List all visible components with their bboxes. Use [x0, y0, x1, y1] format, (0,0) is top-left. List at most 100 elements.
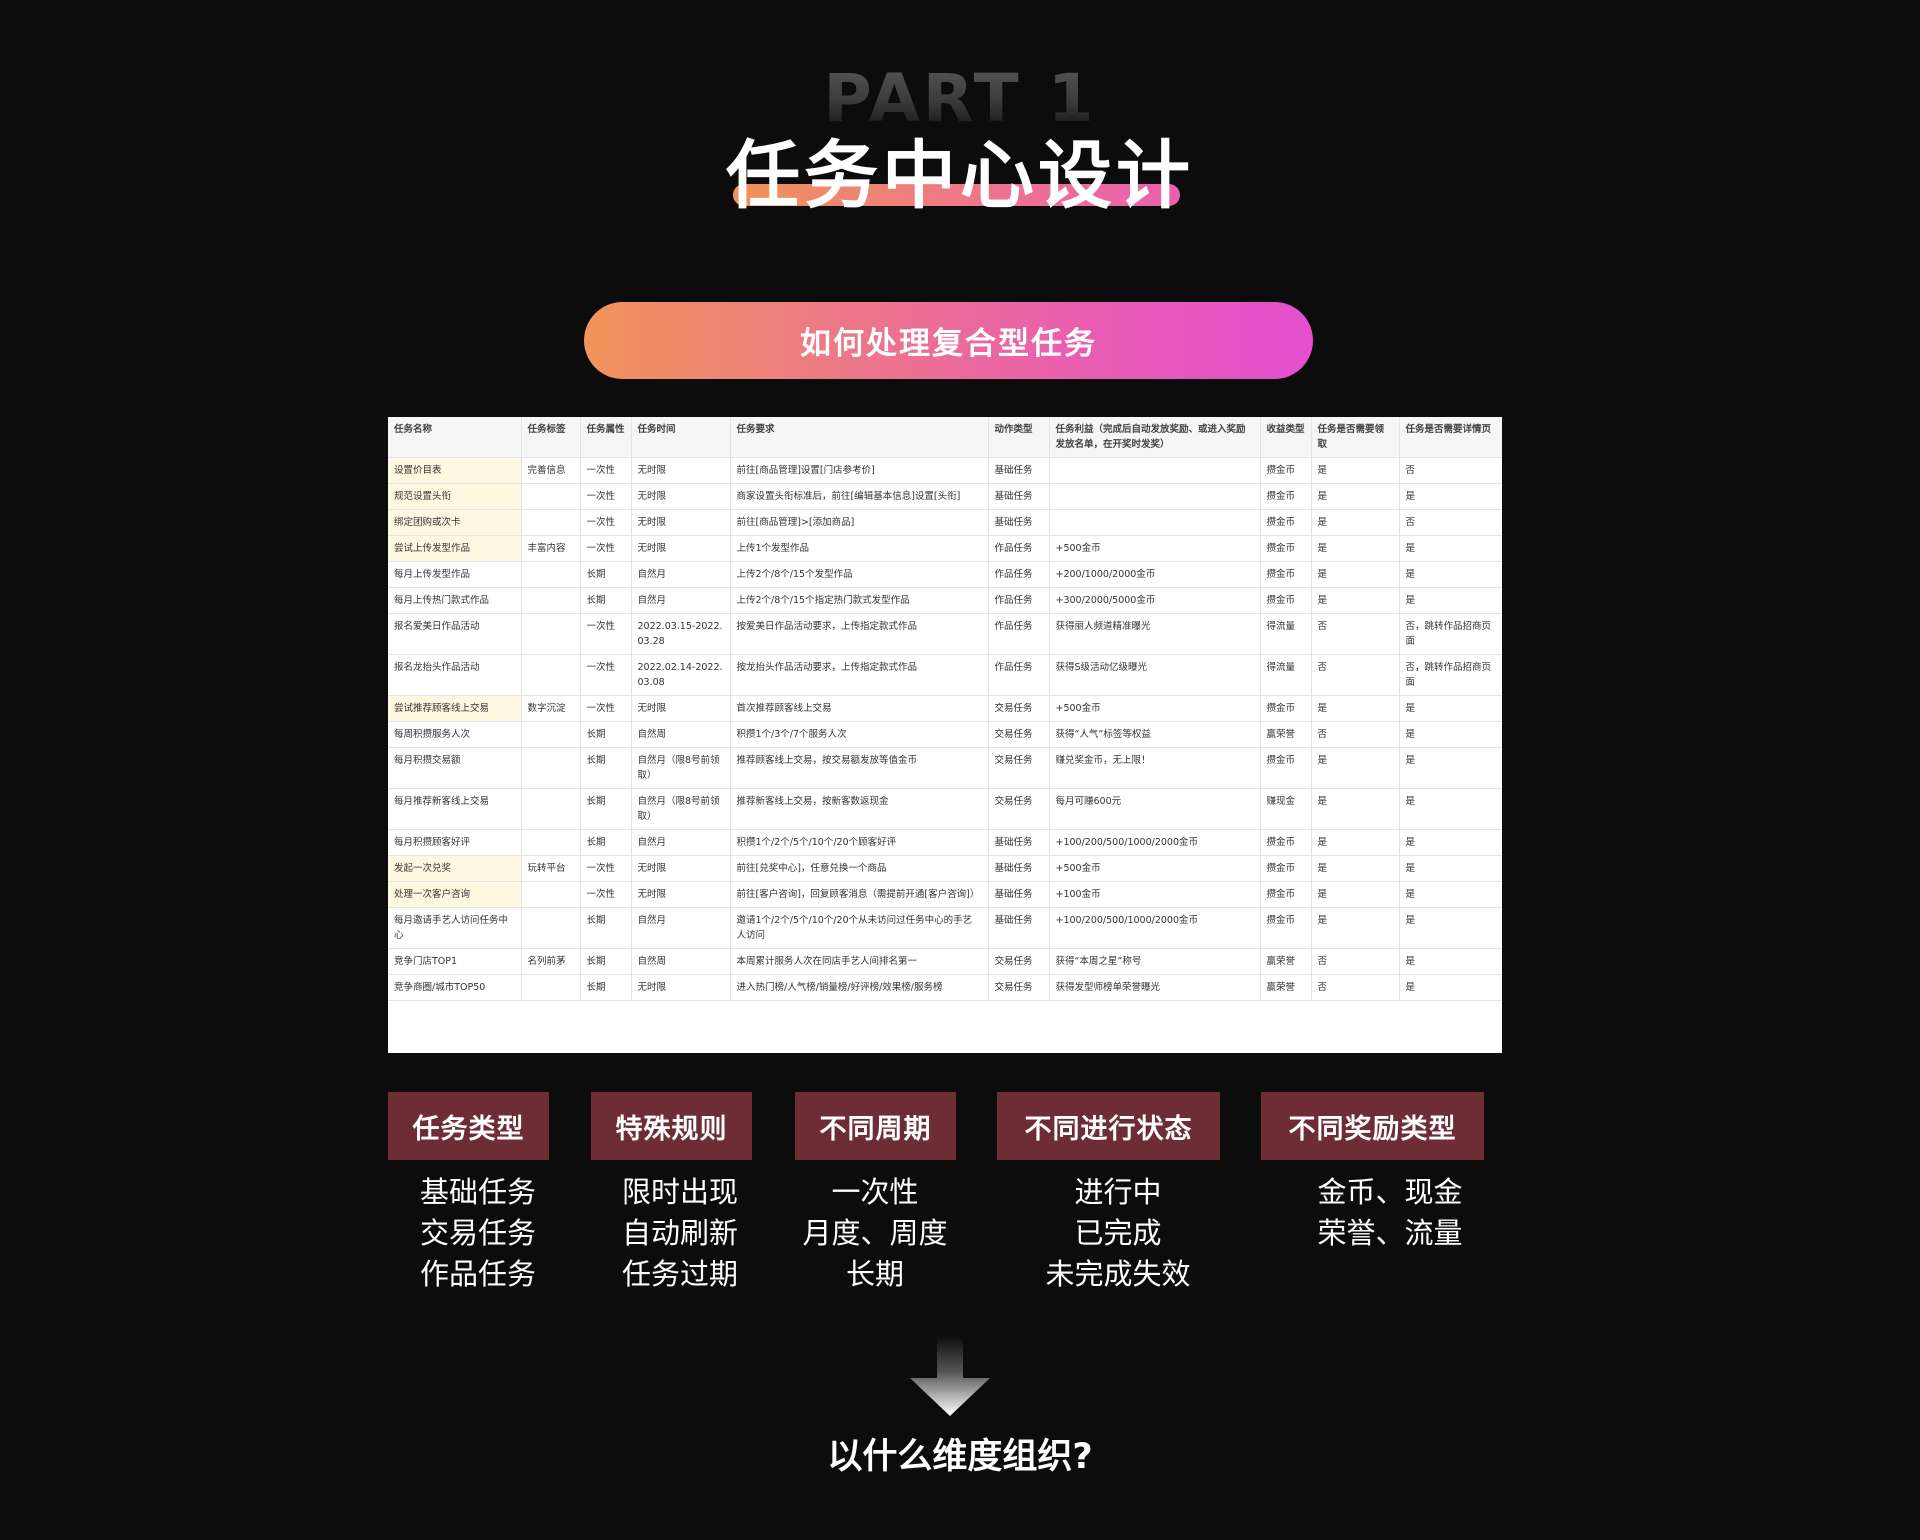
table-cell [1049, 457, 1261, 484]
table-body: 设置价目表 完善信息 一次性 无时限 前往[商品管理]设置[门店参考价] 基础任务 攒金币是… [388, 457, 1502, 1001]
table-row: 每月邀请手艺人访问任务中心 长期 自然月 邀请1个/2个/5个/10个/20个从未访问… [388, 907, 1502, 949]
table-cell: 赚兑奖金币，无上限！ [1049, 747, 1261, 789]
table-cell: 前往[客户咨询]，回复顾客消息（需提前开通[客户咨询]） [730, 881, 989, 908]
table-cell: 长期 [580, 829, 632, 856]
table-cell: 长期 [580, 721, 632, 748]
table-cell: 否，跳转作品招商页面 [1399, 654, 1502, 696]
table-cell: 得流量 [1260, 654, 1312, 696]
table-cell [521, 613, 581, 655]
table-row: 每月推荐新客线上交易 长期 自然月（限8号前领取） 推荐新客线上交易，按新客数返现金交… [388, 788, 1502, 830]
category-title: 特殊规则 [615, 1113, 728, 1145]
table-cell: 处理一次客户咨询 [388, 881, 522, 908]
table-cell [521, 788, 581, 830]
category-items: 一次性月度、周度长期 [765, 1172, 985, 1295]
table-cell: 完善信息 [521, 457, 581, 484]
category-item: 交易任务 [419, 1216, 536, 1250]
table-row: 报名龙抬头作品活动 一次性 2022.02.14-2022.03.08 按龙抬头作品活… [388, 654, 1502, 696]
table-cell: 无时限 [631, 881, 731, 908]
table-cell: 是 [1311, 881, 1400, 908]
table-cell: 竞争门店TOP1 [388, 948, 522, 975]
table-cell: 上传2个/8个/15个发型作品 [730, 561, 989, 588]
table-cell: 基础任务 [988, 855, 1050, 882]
table-cell: +100/200/500/1000/2000金币 [1049, 907, 1261, 949]
table-cell: 否，跳转作品招商页面 [1399, 613, 1502, 655]
table-cell: 一次性 [580, 855, 632, 882]
category-items: 进行中 已完成 未完成失效 [1008, 1172, 1228, 1295]
table-cell: 自然月 [631, 587, 731, 614]
table-cell [521, 881, 581, 908]
table-cell: 无时限 [631, 855, 731, 882]
table-row: 每月上传发型作品 长期 自然月 上传2个/8个/15个发型作品 作品任务 +200/100… [388, 561, 1502, 588]
table-cell: 发起一次兑奖 [388, 855, 522, 882]
page-title: 任务中心设计 [726, 133, 1194, 219]
table-cell: 自然周 [631, 721, 731, 748]
table-cell: 否 [1311, 613, 1400, 655]
table-row: 竞争商圈/城市TOP50 长期 无时限 进入热门榜/人气榜/销量榜/好评榜/效果榜/服… [388, 974, 1502, 1001]
table-cell: 作品任务 [988, 561, 1050, 588]
table-cell: 首次推荐顾客线上交易 [730, 695, 989, 722]
table-cell: 无时限 [631, 509, 731, 536]
table-cell: 攒金币 [1260, 747, 1312, 789]
category-item: 限时出现 [621, 1175, 738, 1209]
table-cell: 得流量 [1260, 613, 1312, 655]
table-cell: 是 [1399, 747, 1502, 789]
table-cell: 是 [1399, 721, 1502, 748]
category-title: 不同进行状态 [1024, 1113, 1193, 1145]
category-item: 长期 [845, 1257, 904, 1291]
table-cell: 无时限 [631, 483, 731, 510]
table-row: 每月积攒交易额 长期 自然月（限8号前领取） 推荐顾客线上交易，按交易额发放等值金币交… [388, 747, 1502, 789]
table-cell: 赢荣誉 [1260, 721, 1312, 748]
table-cell: 名列前茅 [521, 948, 581, 975]
category-item: 月度、周度 [802, 1216, 948, 1250]
table-cell: 否 [1311, 974, 1400, 1001]
table-cell: 每月推荐新客线上交易 [388, 788, 522, 830]
table-cell: 获得发型师榜单荣誉曝光 [1049, 974, 1261, 1001]
table-cell: 长期 [580, 587, 632, 614]
table-cell: 赢荣誉 [1260, 948, 1312, 975]
table-cell: 基础任务 [988, 907, 1050, 949]
table-row: 每月积攒顾客好评 长期 自然月 积攒1个/2个/5个/10个/20个顾客好评 基础任务 +… [388, 829, 1502, 856]
table-cell: 是 [1311, 457, 1400, 484]
table-cell: 进入热门榜/人气榜/销量榜/好评榜/效果榜/服务榜 [730, 974, 989, 1001]
table-cell: 攒金币 [1260, 457, 1312, 484]
category-item: 荣誉、流量 [1317, 1216, 1463, 1250]
table-cell: 获得丽人频道精准曝光 [1049, 613, 1261, 655]
table-cell: 按龙抬头作品活动要求，上传指定款式作品 [730, 654, 989, 696]
table-cell: 自然月 [631, 907, 731, 949]
table-cell: 本周累计服务人次在同店手艺人间排名第一 [730, 948, 989, 975]
category-item: 金币、现金 [1317, 1175, 1463, 1209]
category-item: 进行中 [1074, 1175, 1162, 1209]
category-items: 金币、现金荣誉、流量 [1280, 1172, 1500, 1254]
table-cell: 长期 [580, 974, 632, 1001]
table-cell: 是 [1399, 561, 1502, 588]
category-item: 一次性 [831, 1175, 919, 1209]
task-table: 任务名称 任务标签 任务属性 任务时间 任务要求 动作类型 任务利益（完成后自动发放奖励、或… [388, 417, 1502, 1001]
table-cell [521, 483, 581, 510]
category-title-block: 特殊规则 [591, 1092, 752, 1160]
table-cell: 推荐顾客线上交易，按交易额发放等值金币 [730, 747, 989, 789]
closing-question: 以什么维度组织? [827, 1437, 1093, 1477]
section-pill-label: 如何处理复合型任务 [800, 326, 1097, 362]
table-cell: 攒金币 [1260, 587, 1312, 614]
table-cell: 长期 [580, 747, 632, 789]
table-cell: 作品任务 [988, 654, 1050, 696]
table-cell: 无时限 [631, 457, 731, 484]
table-cell: +200/1000/2000金币 [1049, 561, 1261, 588]
table-cell: 否 [1311, 948, 1400, 975]
table-header-cell: 任务要求 [730, 417, 989, 458]
table-cell: 规范设置头衔 [388, 483, 522, 510]
table-row: 每周积攒服务人次 长期 自然周 积攒1个/3个/7个服务人次 交易任务 获得“人气”标签等… [388, 721, 1502, 748]
table-cell: 长期 [580, 561, 632, 588]
table-cell: 每月上传热门款式作品 [388, 587, 522, 614]
table-header-row: 任务名称 任务标签 任务属性 任务时间 任务要求 动作类型 任务利益（完成后自动发放奖励、或… [388, 417, 1502, 458]
table-cell: 自然月 [631, 561, 731, 588]
table-row: 设置价目表 完善信息 一次性 无时限 前往[商品管理]设置[门店参考价] 基础任务 攒金币是… [388, 457, 1502, 484]
table-cell: 长期 [580, 788, 632, 830]
table-cell: 赚现金 [1260, 788, 1312, 830]
table-cell: 前往[兑奖中心]，任意兑换一个商品 [730, 855, 989, 882]
table-cell: 积攒1个/2个/5个/10个/20个顾客好评 [730, 829, 989, 856]
table-cell: 报名龙抬头作品活动 [388, 654, 522, 696]
table-cell: 一次性 [580, 881, 632, 908]
table-cell: 是 [1399, 483, 1502, 510]
table-cell: 是 [1399, 881, 1502, 908]
